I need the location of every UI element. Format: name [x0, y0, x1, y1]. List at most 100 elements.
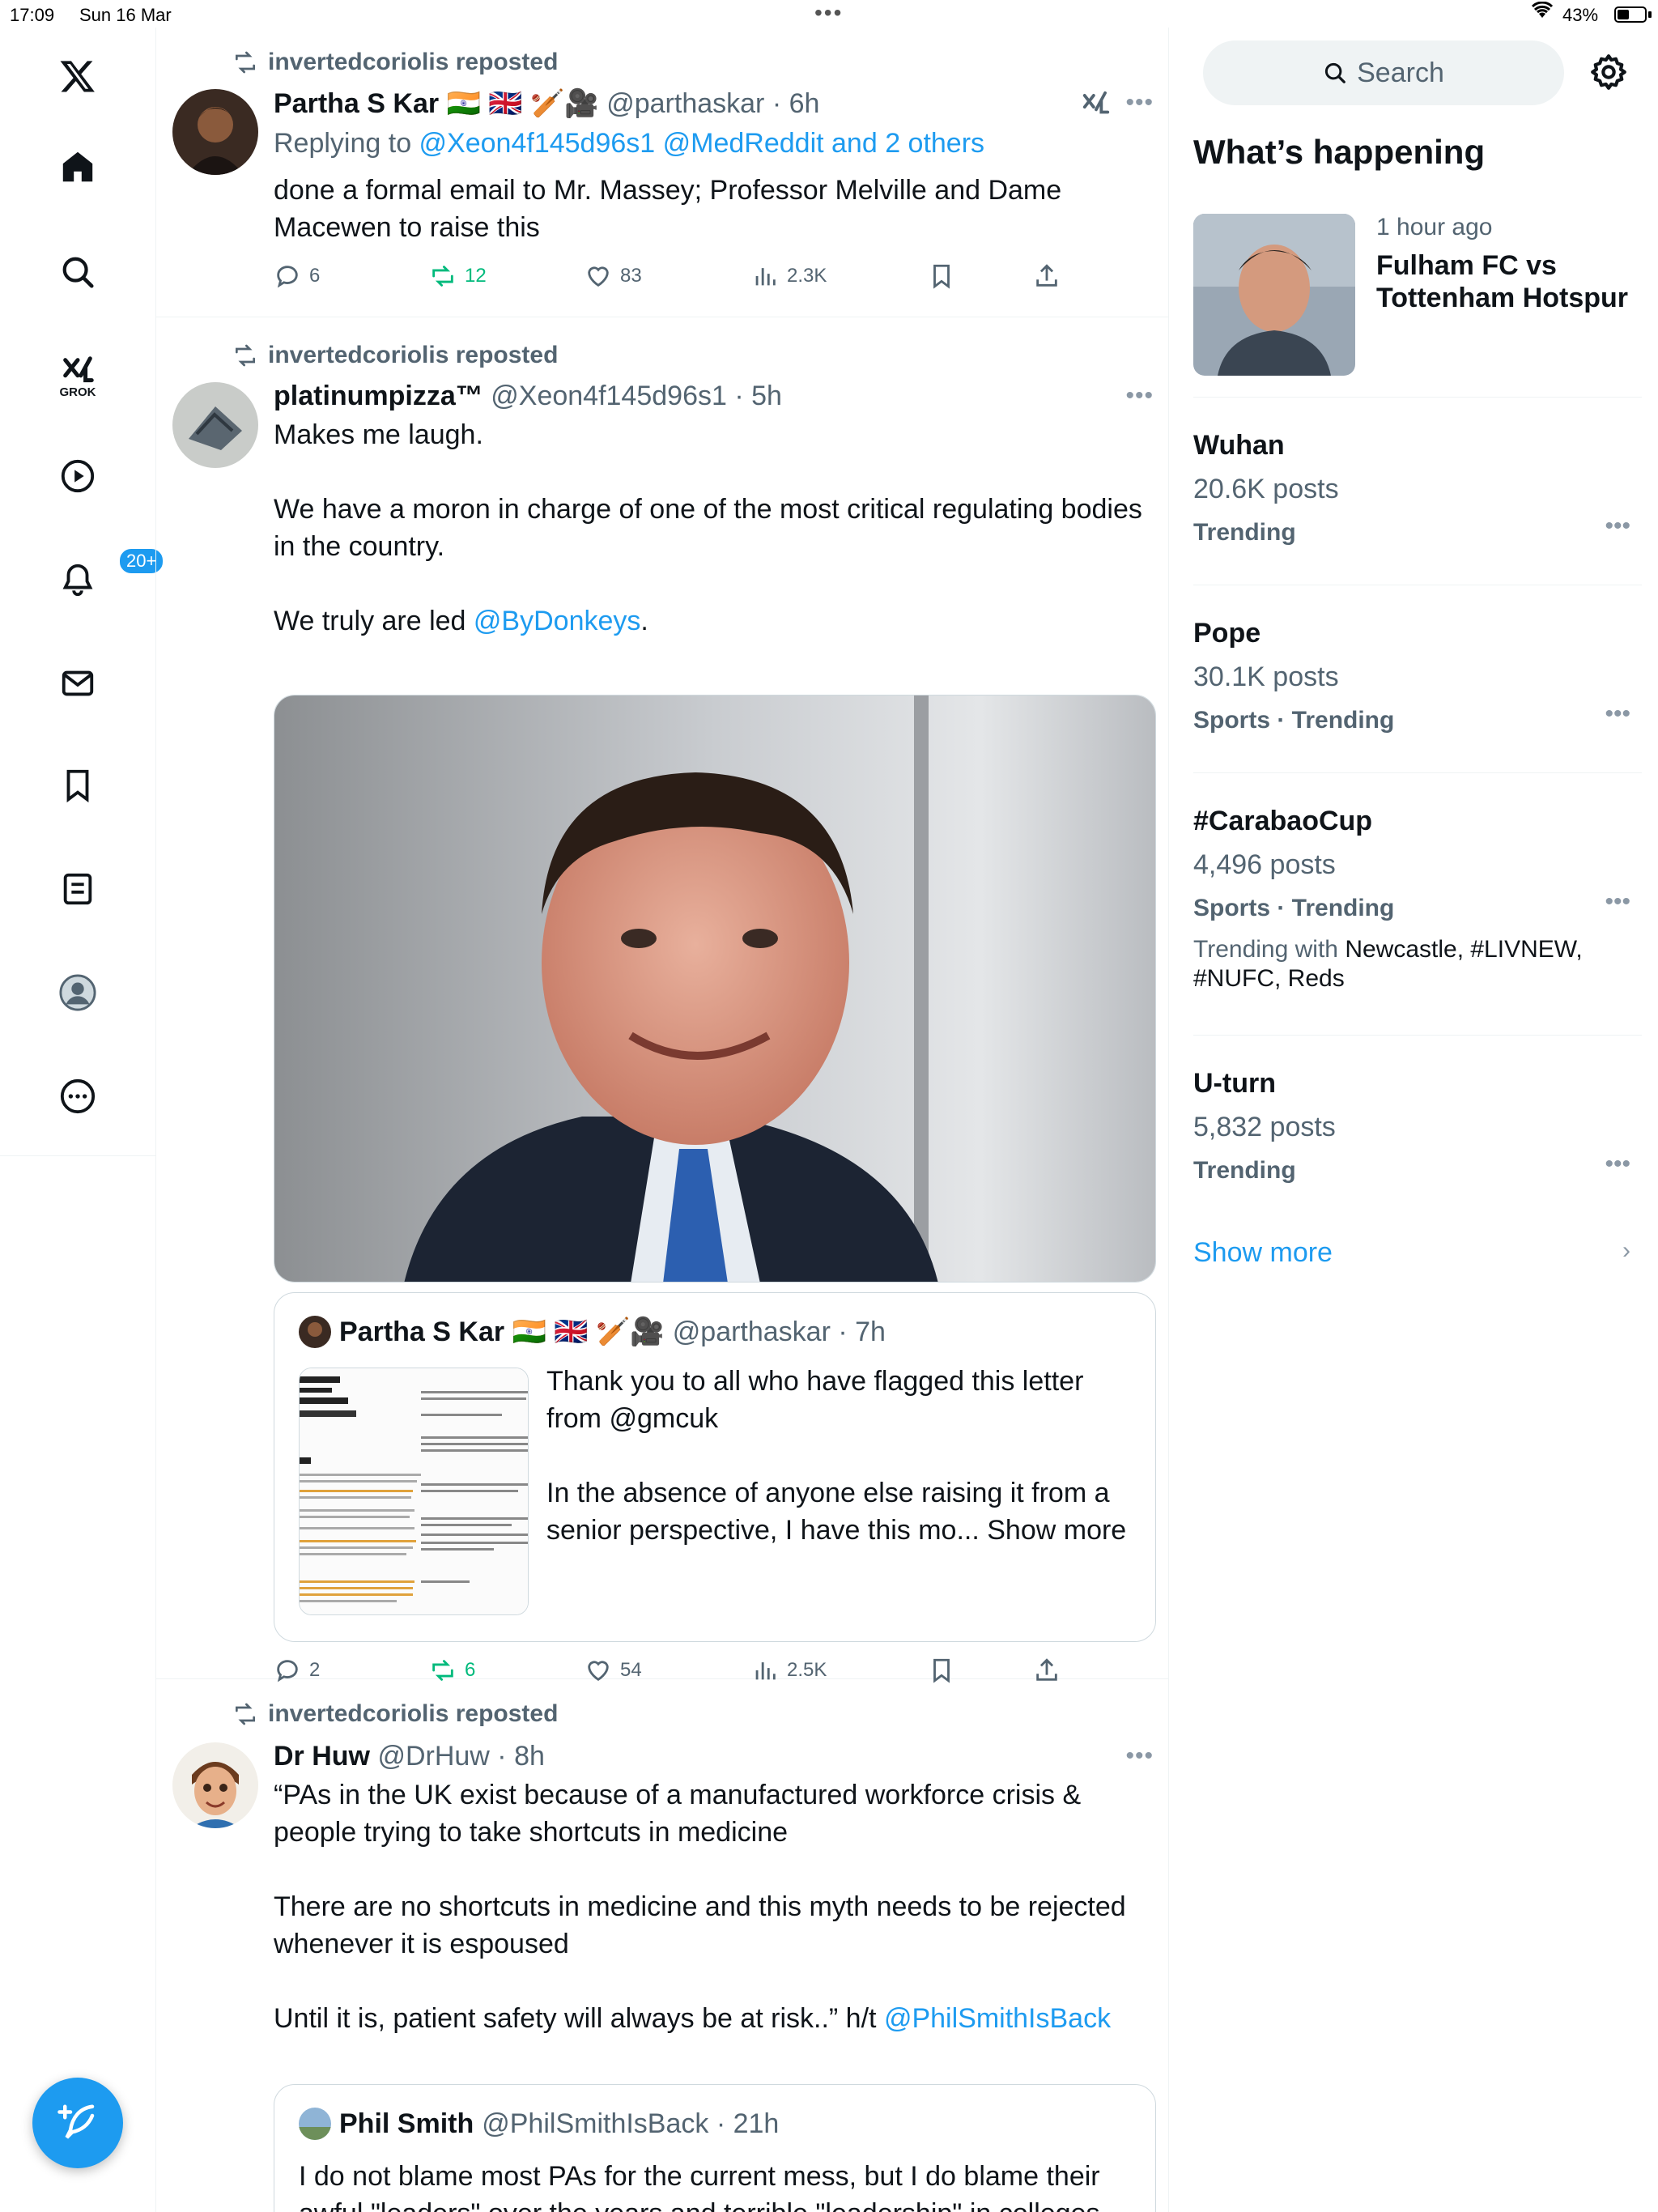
views-button[interactable]: 2.3K: [751, 262, 827, 290]
trend-posts: 4,496 posts: [1193, 849, 1336, 880]
bookmarks-icon[interactable]: [45, 753, 110, 818]
more-options-icon[interactable]: •••: [1605, 888, 1630, 916]
author-name[interactable]: platinumpizza™: [274, 381, 483, 411]
timeline: invertedcoriolis reposted Partha S Kar 🇮…: [155, 28, 1169, 2212]
quoted-avatar: [299, 1316, 331, 1348]
x-logo-icon[interactable]: [45, 44, 110, 108]
trend-name: #CarabaoCup: [1193, 806, 1373, 836]
quoted-text: Thank you to all who have flagged this l…: [546, 1366, 1127, 1546]
trend-item[interactable]: Pope 30.1K posts Sports · Trending •••: [1193, 585, 1642, 774]
trend-name: U-turn: [1193, 1068, 1276, 1099]
trend-category: Sports · Trending: [1193, 707, 1395, 734]
repost-icon: [236, 51, 255, 74]
bookmark-button[interactable]: [928, 262, 955, 290]
repost-indicator: invertedcoriolis reposted: [232, 49, 558, 76]
trend-category: Trending: [1193, 519, 1296, 546]
quoted-text: I do not blame most PAs for the current …: [299, 2161, 1107, 2212]
repost-label: invertedcoriolis reposted: [268, 342, 559, 368]
author-name[interactable]: Dr Huw: [274, 1741, 370, 1772]
lists-icon[interactable]: [45, 857, 110, 921]
search-input[interactable]: Search: [1203, 40, 1564, 105]
avatar[interactable]: [172, 89, 258, 175]
battery-icon: [1614, 6, 1647, 23]
author-handle[interactable]: @Xeon4f145d96s1 · 5h: [491, 381, 782, 411]
more-options-icon[interactable]: •••: [1125, 1742, 1154, 1770]
trend-posts: 20.6K posts: [1193, 474, 1339, 504]
mention-link[interactable]: @PhilSmithIsBack: [884, 2003, 1111, 2034]
tweet[interactable]: invertedcoriolis reposted platinumpizza™…: [156, 317, 1168, 1683]
repost-button[interactable]: 12: [429, 262, 487, 290]
avatar[interactable]: [172, 382, 258, 468]
repost-indicator: invertedcoriolis reposted: [232, 1700, 558, 1728]
share-icon: [1036, 264, 1057, 287]
grok-label: GROK: [59, 385, 96, 399]
trend-item[interactable]: Wuhan 20.6K posts Trending •••: [1193, 397, 1642, 586]
reply-button[interactable]: 6: [274, 262, 320, 290]
status-time: 17:09: [10, 5, 55, 25]
settings-gear-icon[interactable]: [1588, 52, 1629, 92]
like-count: 54: [620, 1659, 642, 1681]
quoted-tweet[interactable]: Phil Smith @PhilSmithIsBack · 21h I do n…: [274, 2084, 1156, 2212]
more-options-icon[interactable]: •••: [1125, 382, 1154, 410]
trending-with: Trending with Newcastle, #LIVNEW, #NUFC,…: [1193, 936, 1583, 992]
home-icon[interactable]: [45, 134, 110, 199]
more-options-icon[interactable]: •••: [1605, 1151, 1630, 1178]
right-sidebar: Search What’s happening 1 hour ago Fulha…: [1169, 28, 1658, 2212]
grok-explain-icon[interactable]: [1081, 89, 1112, 124]
more-options-icon[interactable]: •••: [1125, 89, 1154, 117]
views-chart-icon: [755, 268, 776, 286]
reply-count: 6: [309, 265, 321, 287]
profile-avatar-icon[interactable]: [45, 960, 110, 1025]
tweet-text: Makes me laugh. We have a moron in charg…: [274, 419, 1142, 636]
trend-name: Wuhan: [1193, 430, 1285, 461]
grok-icon[interactable]: GROK: [45, 342, 110, 423]
quoted-author-name: Phil Smith: [339, 2108, 474, 2139]
explore-search-icon[interactable]: [45, 240, 110, 304]
share-button[interactable]: [1033, 262, 1061, 290]
repost-icon: [432, 266, 453, 287]
show-more-link[interactable]: Show more: [1193, 1237, 1333, 1269]
repost-count: 6: [465, 1659, 476, 1681]
trend-category: Sports · Trending: [1193, 895, 1395, 921]
view-count: 2.3K: [787, 265, 827, 287]
notifications-bell-icon[interactable]: 20+: [45, 547, 165, 612]
event-title: Fulham FC vs Tottenham Hotspur: [1376, 250, 1629, 313]
chevron-right-icon[interactable]: ›: [1622, 1237, 1630, 1265]
repost-label: invertedcoriolis reposted: [268, 49, 559, 75]
video-icon[interactable]: [45, 444, 110, 508]
more-options-icon[interactable]: [45, 1064, 110, 1129]
tweet-actions: 6 12 83 2.3K: [274, 262, 1083, 295]
tweet[interactable]: invertedcoriolis reposted Partha S Kar 🇮…: [156, 28, 1168, 317]
more-options-icon[interactable]: •••: [1605, 513, 1630, 540]
trend-item[interactable]: #CarabaoCup 4,496 posts Sports · Trendin…: [1193, 772, 1642, 1036]
multitask-dots-icon[interactable]: •••: [814, 0, 843, 26]
whats-happening-title: What’s happening: [1193, 133, 1486, 171]
like-button[interactable]: 83: [585, 262, 642, 290]
tweet-text: done a formal email to Mr. Massey; Profe…: [274, 175, 1069, 243]
mention-link[interactable]: @ByDonkeys: [474, 606, 640, 636]
quoted-avatar: [299, 2108, 331, 2140]
quoted-author-handle: @parthaskar · 7h: [672, 1316, 886, 1347]
quoted-author-name: Partha S Kar 🇮🇳 🇬🇧 🏏🎥: [339, 1317, 665, 1347]
repost-icon: [236, 344, 255, 367]
author-handle[interactable]: @parthaskar · 6h: [606, 88, 819, 119]
quoted-letter-image[interactable]: [299, 1368, 529, 1615]
trend-posts: 5,832 posts: [1193, 1112, 1336, 1142]
more-options-icon[interactable]: •••: [1605, 700, 1630, 728]
wifi-icon: [1531, 1, 1554, 25]
reply-count: 2: [309, 1659, 321, 1681]
trend-item[interactable]: U-turn 5,832 posts Trending •••: [1193, 1035, 1642, 1224]
search-placeholder: Search: [1357, 57, 1444, 88]
avatar[interactable]: [172, 1742, 258, 1828]
replying-to-targets[interactable]: @Xeon4f145d96s1 @MedReddit and 2 others: [419, 128, 985, 159]
quoted-tweet[interactable]: Partha S Kar 🇮🇳 🇬🇧 🏏🎥 @parthaskar · 7h T…: [274, 1292, 1156, 1642]
author-name[interactable]: Partha S Kar 🇮🇳 🇬🇧 🏏🎥: [274, 88, 599, 119]
heart-icon: [588, 266, 609, 287]
author-handle[interactable]: @DrHuw · 8h: [377, 1741, 544, 1772]
messages-envelope-icon[interactable]: [45, 651, 110, 716]
event-card[interactable]: 1 hour ago Fulham FC vs Tottenham Hotspu…: [1193, 214, 1647, 376]
compose-post-button[interactable]: [32, 2078, 123, 2168]
search-icon: [1325, 62, 1346, 83]
tweet-photo[interactable]: [274, 695, 1156, 1283]
tweet[interactable]: invertedcoriolis reposted Dr Huw @DrHuw …: [156, 1679, 1168, 2212]
